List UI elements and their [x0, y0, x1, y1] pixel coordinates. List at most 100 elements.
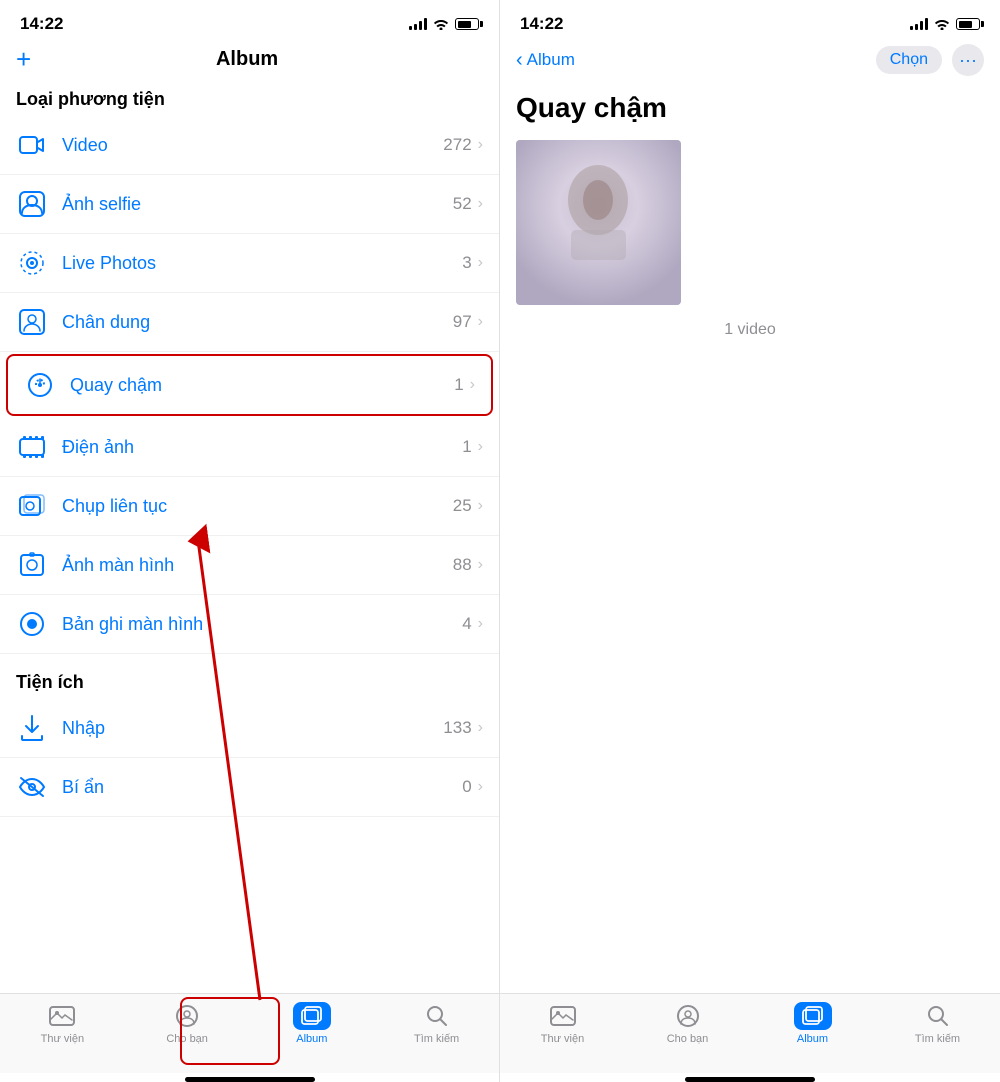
list-item-selfie[interactable]: Ảnh selfie 52 ›: [0, 175, 499, 234]
left-tab-library[interactable]: Thư viện: [0, 1002, 125, 1045]
cinematic-chevron: ›: [478, 438, 483, 456]
list-item-cinematic[interactable]: Điện ảnh 1 ›: [0, 418, 499, 477]
add-button[interactable]: +: [16, 44, 31, 75]
right-tab-library-label: Thư viện: [541, 1033, 584, 1045]
battery-icon: [455, 18, 479, 30]
back-button[interactable]: ‹ Album: [516, 49, 575, 72]
hidden-label: Bí ẩn: [62, 777, 462, 798]
portrait-chevron: ›: [478, 313, 483, 331]
import-chevron: ›: [478, 719, 483, 737]
right-status-icons: [910, 18, 980, 30]
video-count: 272: [443, 135, 471, 155]
list-item-slowmo[interactable]: Quay chậm 1 ›: [8, 356, 491, 414]
album-tab-icon-bg: [298, 1002, 326, 1030]
more-options-button[interactable]: ···: [952, 44, 984, 76]
left-tab-search[interactable]: Tìm kiếm: [374, 1002, 499, 1045]
list-item-hidden[interactable]: Bí ẩn 0 ›: [0, 758, 499, 817]
cinematic-label: Điện ảnh: [62, 437, 462, 458]
import-icon: [16, 712, 48, 744]
list-item-screenshot[interactable]: Ảnh màn hình 88 ›: [0, 536, 499, 595]
section-media-type-header: Loại phương tiện: [0, 83, 499, 116]
right-nav-bar: ‹ Album Chọn ···: [500, 40, 1000, 84]
burst-label: Chụp liên tục: [62, 496, 453, 517]
right-home-indicator: [685, 1077, 815, 1082]
right-battery-icon: [956, 18, 980, 30]
cinematic-icon: [16, 431, 48, 463]
slowmo-icon: [24, 369, 56, 401]
right-tab-search[interactable]: Tìm kiếm: [875, 1002, 1000, 1045]
hidden-count: 0: [462, 777, 471, 797]
left-nav-title: Album: [216, 48, 278, 71]
portrait-count: 97: [453, 312, 472, 332]
selfie-chevron: ›: [478, 195, 483, 213]
screenrecord-label: Bản ghi màn hình: [62, 614, 462, 635]
right-status-time: 14:22: [520, 14, 563, 34]
screenrecord-chevron: ›: [478, 615, 483, 633]
screenshot-label: Ảnh màn hình: [62, 555, 453, 576]
right-panel: 14:22 ‹ Album Chọn ···: [500, 0, 1000, 1082]
foryou-tab-icon: [173, 1002, 201, 1030]
screenshot-chevron: ›: [478, 556, 483, 574]
slowmo-chevron: ›: [470, 376, 475, 394]
burst-count: 25: [453, 496, 472, 516]
slowmo-label: Quay chậm: [70, 375, 454, 396]
list-item-live[interactable]: Live Photos 3 ›: [0, 234, 499, 293]
video-label: Video: [62, 135, 443, 156]
left-tab-album[interactable]: Album: [250, 1002, 375, 1045]
left-status-icons: [409, 18, 479, 30]
right-tab-bar: Thư viện Cho bạn Album: [500, 993, 1000, 1073]
cinematic-count: 1: [462, 437, 471, 457]
video-icon: [16, 129, 48, 161]
right-foryou-tab-icon: [674, 1002, 702, 1030]
left-tab-bar: Thư viện Cho bạn Album: [0, 993, 499, 1073]
left-home-indicator: [185, 1077, 315, 1082]
burst-icon: [16, 490, 48, 522]
list-item-burst[interactable]: Chụp liên tục 25 ›: [0, 477, 499, 536]
live-count: 3: [462, 253, 471, 273]
photo-thumbnail-0[interactable]: [516, 140, 681, 305]
hidden-icon: [16, 771, 48, 803]
left-status-time: 14:22: [20, 14, 63, 34]
list-item-import[interactable]: Nhập 133 ›: [0, 699, 499, 758]
left-tab-search-label: Tìm kiếm: [414, 1033, 459, 1045]
wifi-icon: [433, 18, 449, 30]
screenshot-icon: [16, 549, 48, 581]
selfie-icon: [16, 188, 48, 220]
list-item-screenrecord[interactable]: Bản ghi màn hình 4 ›: [0, 595, 499, 654]
left-content-area: Video 272 › Ảnh selfie 52 ›: [0, 116, 499, 993]
left-tab-foryou[interactable]: Cho bạn: [125, 1002, 250, 1045]
page-title: Quay chậm: [500, 84, 1000, 140]
right-library-tab-icon: [549, 1002, 577, 1030]
right-album-tab-icon: [799, 1002, 827, 1030]
right-wifi-icon: [934, 18, 950, 30]
right-tab-foryou[interactable]: Cho bạn: [625, 1002, 750, 1045]
right-tab-album[interactable]: Album: [750, 1002, 875, 1045]
list-item-slowmo-highlight-box: Quay chậm 1 ›: [6, 354, 493, 416]
back-label: Album: [527, 50, 575, 70]
list-item-portrait[interactable]: Chân dung 97 ›: [0, 293, 499, 352]
selfie-label: Ảnh selfie: [62, 194, 453, 215]
left-nav-bar: + Album: [0, 40, 499, 83]
library-tab-icon: [48, 1002, 76, 1030]
live-chevron: ›: [478, 254, 483, 272]
screenrecord-count: 4: [462, 614, 471, 634]
right-search-tab-icon: [924, 1002, 952, 1030]
portrait-label: Chân dung: [62, 312, 453, 333]
live-label: Live Photos: [62, 253, 462, 274]
signal-bars-icon: [409, 18, 427, 30]
screenrecord-icon: [16, 608, 48, 640]
list-item-video[interactable]: Video 272 ›: [0, 116, 499, 175]
import-label: Nhập: [62, 718, 443, 739]
right-tab-library[interactable]: Thư viện: [500, 1002, 625, 1045]
right-nav-actions: Chọn ···: [876, 44, 984, 76]
left-panel: 14:22 + Album Loại phương tiện: [0, 0, 500, 1082]
photo-grid: [500, 140, 1000, 305]
section-utility-header: Tiện ích: [0, 654, 499, 699]
right-tab-search-label: Tìm kiếm: [915, 1033, 960, 1045]
chon-button[interactable]: Chọn: [876, 46, 942, 74]
right-content-area: 1 video: [500, 140, 1000, 993]
import-count: 133: [443, 718, 471, 738]
right-status-bar: 14:22: [500, 0, 1000, 40]
video-chevron: ›: [478, 136, 483, 154]
right-tab-album-label: Album: [797, 1033, 828, 1045]
